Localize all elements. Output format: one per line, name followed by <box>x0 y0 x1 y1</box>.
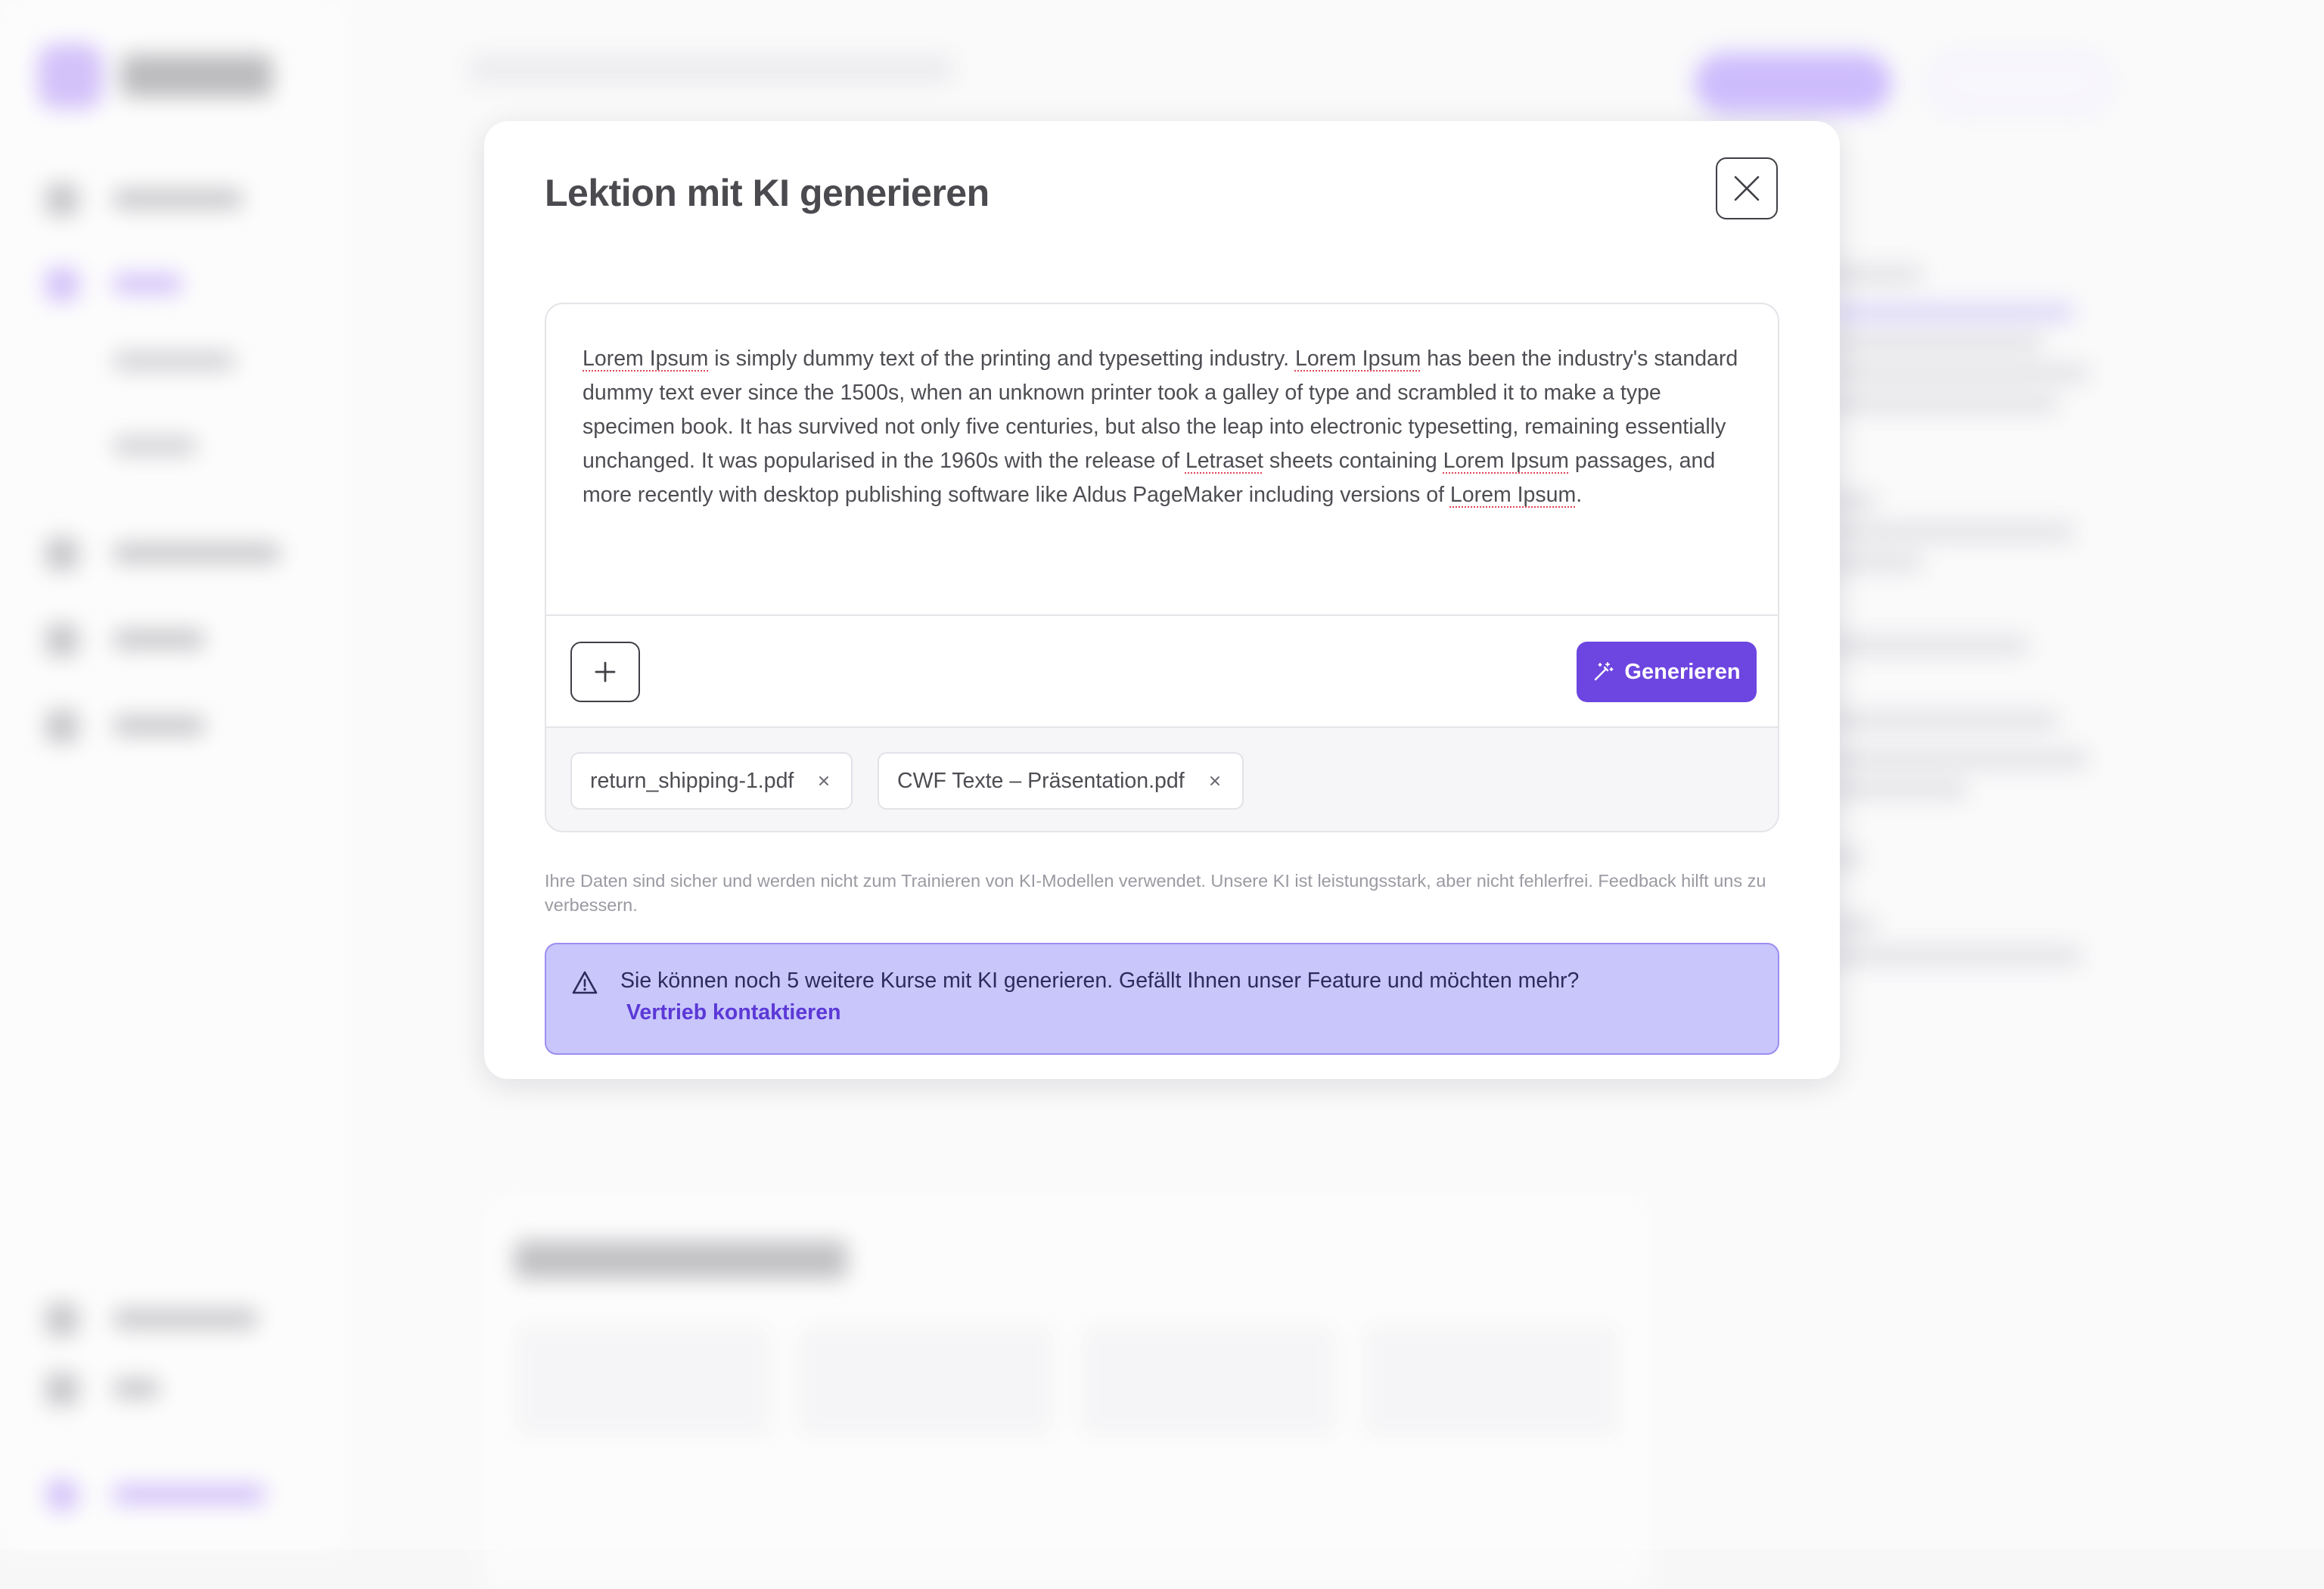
add-attachment-button[interactable] <box>570 642 640 702</box>
close-icon <box>819 776 829 785</box>
prompt-textarea[interactable]: Lorem Ipsum is simply dummy text of the … <box>546 304 1778 614</box>
attachment-chip: return_shipping-1.pdf <box>570 752 853 810</box>
quota-message: Sie können noch 5 weitere Kurse mit KI g… <box>620 969 1580 993</box>
generate-lesson-dialog: Lektion mit KI generieren Lorem Ipsum is… <box>484 121 1840 1079</box>
contact-sales-link[interactable]: Vertrieb kontaktieren <box>626 997 841 1028</box>
quota-banner: Sie können noch 5 weitere Kurse mit KI g… <box>545 943 1779 1055</box>
close-icon <box>1210 776 1219 785</box>
attachment-chip: CWF Texte – Präsentation.pdf <box>878 752 1244 810</box>
remove-attachment-button[interactable] <box>1206 772 1224 790</box>
close-button[interactable] <box>1716 157 1778 219</box>
prompt-text-segment: is simply dummy text of the printing and… <box>708 347 1295 371</box>
attachment-list: return_shipping-1.pdf CWF Texte – Präsen… <box>546 726 1778 831</box>
misspelled-word: Lorem Ipsum <box>583 347 709 371</box>
generate-button[interactable]: Generieren <box>1577 642 1757 702</box>
misspelled-word: Lorem Ipsum <box>1294 347 1421 371</box>
attachment-name: CWF Texte – Präsentation.pdf <box>897 768 1185 793</box>
prompt-text-segment: . <box>1576 483 1583 507</box>
prompt-toolbar: Generieren <box>546 614 1778 726</box>
attachment-name: return_shipping-1.pdf <box>590 768 794 793</box>
generate-button-label: Generieren <box>1624 659 1741 684</box>
close-icon <box>1734 176 1760 201</box>
remove-attachment-button[interactable] <box>815 772 833 790</box>
magic-wand-icon <box>1595 662 1614 681</box>
privacy-disclaimer: Ihre Daten sind sicher und werden nicht … <box>545 871 1766 915</box>
warning-icon <box>572 971 598 994</box>
dialog-title: Lektion mit KI generieren <box>545 172 990 214</box>
plus-icon <box>595 661 616 683</box>
misspelled-word: Lorem Ipsum <box>1443 449 1569 473</box>
prompt-text-segment: sheets containing <box>1263 449 1443 473</box>
prompt-composer: Lorem Ipsum is simply dummy text of the … <box>545 303 1779 832</box>
misspelled-word: Letraset <box>1185 449 1263 473</box>
misspelled-word: Lorem Ipsum <box>1449 483 1577 507</box>
